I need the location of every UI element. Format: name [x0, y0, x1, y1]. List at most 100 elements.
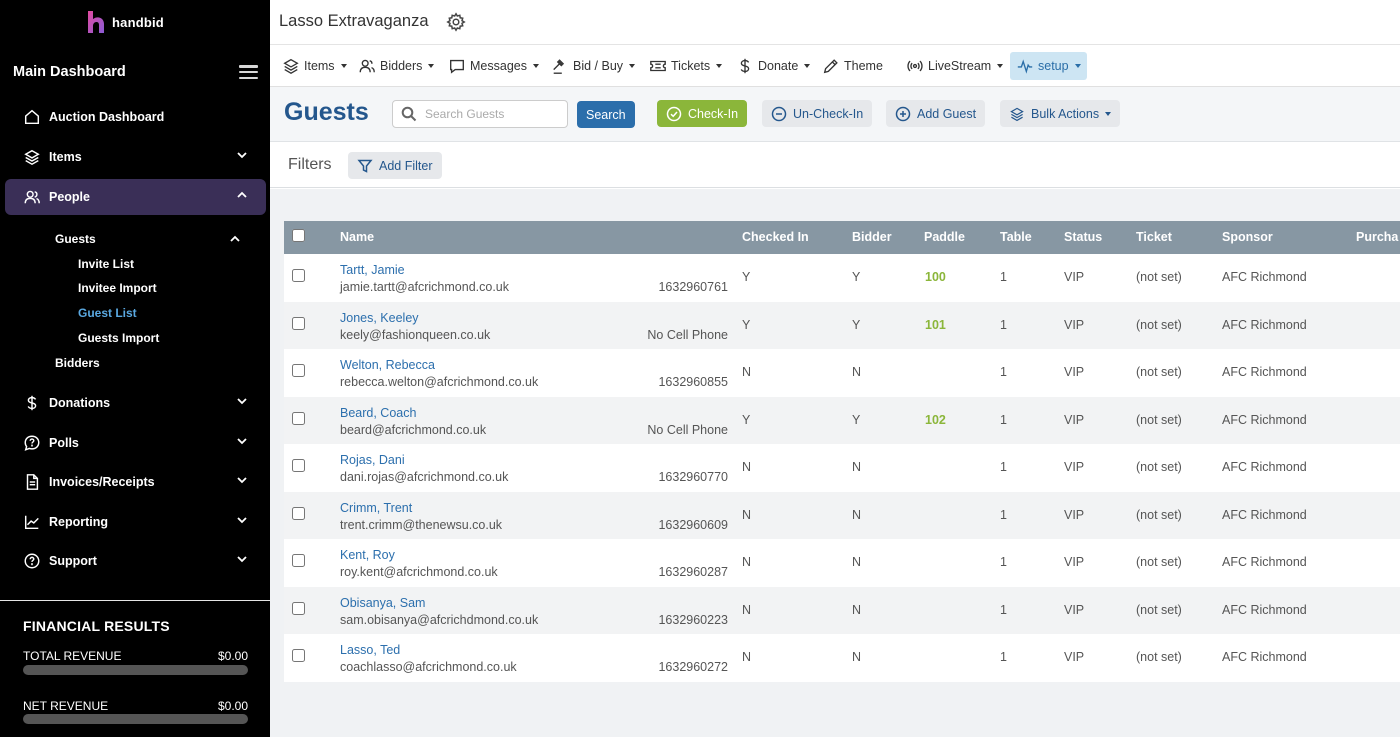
- net-revenue-bar: [23, 714, 248, 724]
- guest-name-link[interactable]: Obisanya, Sam: [340, 596, 425, 610]
- header-checked-in[interactable]: Checked In: [742, 230, 809, 244]
- guest-email: beard@afcrichmond.co.uk: [340, 422, 487, 437]
- guest-name-link[interactable]: Beard, Coach: [340, 406, 416, 420]
- menu-bid-buy[interactable]: Bid / Buy: [547, 52, 639, 80]
- bulk-actions-button[interactable]: Bulk Actions: [1000, 100, 1121, 127]
- menu-bidders[interactable]: Bidders: [354, 52, 438, 80]
- guest-name-link[interactable]: Crimm, Trent: [340, 501, 412, 515]
- menu-donate[interactable]: Donate: [732, 52, 814, 80]
- menu-tickets[interactable]: Tickets: [645, 52, 726, 80]
- table-row[interactable]: Jones, Keeley keely@fashionqueen.co.uk No …: [284, 301, 1400, 349]
- menu-livestream[interactable]: LiveStream: [902, 52, 1007, 80]
- chevron-down-icon[interactable]: [236, 552, 248, 570]
- sidebar-item-donations[interactable]: Donations: [5, 385, 266, 421]
- search-box[interactable]: [392, 100, 568, 128]
- table-number: 1: [1000, 460, 1007, 474]
- header-bidder[interactable]: Bidder: [852, 230, 892, 244]
- paddle-number[interactable]: 101: [925, 318, 946, 332]
- bidder-value: N: [852, 460, 862, 474]
- sidebar-item-reporting[interactable]: Reporting: [5, 504, 266, 540]
- sidebar-item-label: Invoices/Receipts: [49, 475, 155, 489]
- table-row[interactable]: Lasso, Ted coachlasso@afcrichmond.co.uk 16…: [284, 634, 1400, 682]
- caret-down-icon: [629, 64, 636, 68]
- table-row[interactable]: Rojas, Dani dani.rojas@afcrichmond.co.uk 1…: [284, 444, 1400, 492]
- header-paddle[interactable]: Paddle: [924, 230, 965, 244]
- check-in-label: Check-In: [688, 106, 739, 121]
- caret-down-icon: [804, 64, 811, 68]
- row-checkbox[interactable]: [292, 364, 305, 377]
- sidebar-item-polls[interactable]: Polls: [5, 425, 266, 461]
- add-filter-button[interactable]: Add Filter: [348, 152, 442, 179]
- guest-name-link[interactable]: Jones, Keeley: [340, 311, 419, 325]
- guest-email: roy.kent@afcrichmond.co.uk: [340, 565, 498, 579]
- sidebar-sub-guests-import[interactable]: Guests Import: [78, 331, 159, 345]
- header-status[interactable]: Status: [1064, 230, 1102, 244]
- table-row[interactable]: Kent, Roy roy.kent@afcrichmond.co.uk 16329…: [284, 539, 1400, 587]
- sidebar-sub-guest-list[interactable]: Guest List: [78, 306, 137, 320]
- paddle-number[interactable]: 102: [925, 413, 946, 427]
- header-sponsor[interactable]: Sponsor: [1222, 230, 1273, 244]
- sponsor-value: AFC Richmond: [1222, 317, 1307, 332]
- status-value: VIP: [1064, 460, 1085, 474]
- search-button[interactable]: Search: [577, 101, 635, 128]
- table-row[interactable]: Crimm, Trent trent.crimm@thenewsu.co.uk 16…: [284, 491, 1400, 539]
- layers-icon: [22, 147, 42, 167]
- chevron-up-icon[interactable]: [236, 188, 248, 206]
- paddle-number[interactable]: 100: [925, 270, 946, 284]
- guest-phone: No Cell Phone: [647, 422, 728, 437]
- table-row[interactable]: Beard, Coach beard@afcrichmond.co.uk No Ce…: [284, 396, 1400, 444]
- table-number: 1: [1000, 317, 1007, 332]
- row-checkbox[interactable]: [292, 316, 305, 330]
- header-name[interactable]: Name: [340, 230, 374, 244]
- row-checkbox[interactable]: [292, 459, 305, 472]
- guest-name-link[interactable]: Welton, Rebecca: [340, 358, 435, 372]
- chevron-down-icon[interactable]: [236, 148, 248, 166]
- sidebar-item-invoices[interactable]: Invoices/Receipts: [5, 464, 266, 500]
- check-in-button[interactable]: Check-In: [657, 100, 748, 127]
- hamburger-menu-icon[interactable]: [239, 65, 258, 79]
- sidebar-item-auction-dashboard[interactable]: Auction Dashboard: [5, 99, 266, 135]
- table-row[interactable]: Welton, Rebecca rebecca.welton@afcrichmon…: [284, 349, 1400, 397]
- header-table[interactable]: Table: [1000, 230, 1032, 244]
- guest-name-link[interactable]: Tartt, Jamie: [340, 263, 405, 277]
- search-input[interactable]: [425, 107, 555, 121]
- gear-icon[interactable]: [446, 12, 466, 32]
- menu-setup[interactable]: setup: [1010, 52, 1087, 80]
- menu-theme[interactable]: Theme: [818, 52, 887, 80]
- chevron-down-icon[interactable]: [236, 513, 248, 531]
- chevron-down-icon[interactable]: [236, 394, 248, 412]
- sidebar-sub-bidders[interactable]: Bidders: [55, 356, 100, 370]
- select-all-checkbox[interactable]: [292, 229, 305, 242]
- chevron-up-icon[interactable]: [229, 232, 241, 250]
- row-checkbox[interactable]: [292, 601, 305, 615]
- sidebar-sub-invite-list[interactable]: Invite List: [78, 257, 134, 271]
- table-row[interactable]: Tartt, Jamie jamie.tartt@afcrichmond.co.u…: [284, 254, 1400, 302]
- guest-name-link[interactable]: Kent, Roy: [340, 548, 395, 562]
- row-checkbox[interactable]: [292, 554, 305, 567]
- pen-icon: [823, 59, 838, 74]
- row-checkbox[interactable]: [292, 649, 305, 662]
- guest-name-link[interactable]: Lasso, Ted: [340, 643, 400, 657]
- header-ticket[interactable]: Ticket: [1136, 230, 1172, 244]
- table-row[interactable]: Obisanya, Sam sam.obisanya@afcrichdmond.c…: [284, 586, 1400, 634]
- page-title: Guests: [284, 98, 369, 126]
- row-checkbox[interactable]: [292, 506, 305, 520]
- add-guest-button[interactable]: Add Guest: [886, 100, 986, 127]
- row-checkbox[interactable]: [292, 269, 305, 282]
- chevron-down-icon[interactable]: [236, 434, 248, 452]
- sidebar-sub-guests[interactable]: Guests: [55, 232, 96, 246]
- menu-items[interactable]: Items: [278, 52, 351, 80]
- sidebar-sub-invitee-import[interactable]: Invitee Import: [78, 281, 157, 295]
- handbid-logo[interactable]: handbid: [86, 8, 164, 36]
- sidebar-item-people[interactable]: People: [5, 179, 266, 215]
- row-checkbox[interactable]: [292, 411, 305, 425]
- sidebar-item-support[interactable]: Support: [5, 543, 266, 579]
- guest-name-link[interactable]: Rojas, Dani: [340, 453, 405, 467]
- sidebar-item-items[interactable]: Items: [5, 139, 266, 175]
- header-purchase[interactable]: Purcha: [1356, 230, 1398, 244]
- table-number: 1: [1000, 270, 1007, 284]
- un-check-in-button[interactable]: Un-Check-In: [762, 100, 873, 127]
- chevron-down-icon[interactable]: [236, 473, 248, 491]
- menu-messages[interactable]: Messages: [444, 52, 543, 80]
- table-number: 1: [1000, 507, 1007, 522]
